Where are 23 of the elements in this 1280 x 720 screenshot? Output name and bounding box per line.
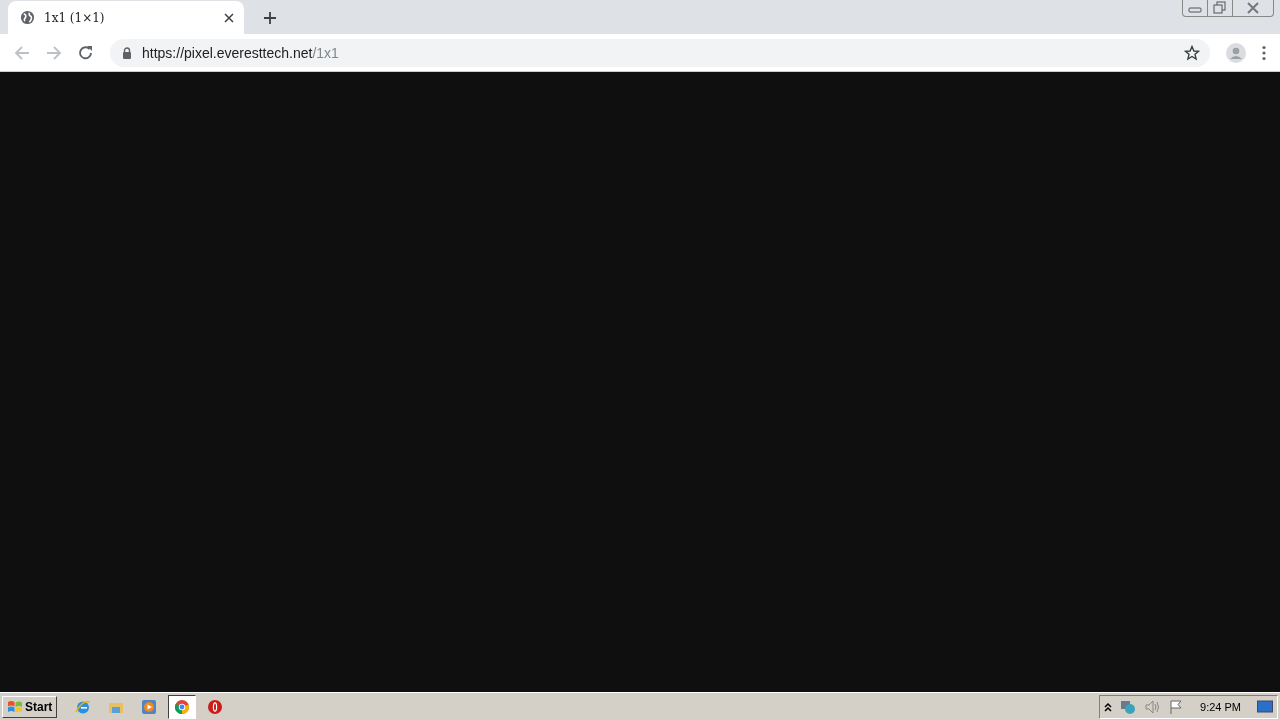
flag-icon[interactable] (1168, 698, 1185, 715)
lock-icon (122, 46, 132, 59)
clock-text[interactable]: 9:24 PM (1200, 700, 1241, 713)
globe-icon (20, 10, 35, 25)
address-field[interactable]: https://pixel.everesttech.net/1x1 (110, 38, 1210, 67)
speaker-icon[interactable] (1144, 698, 1161, 715)
browser-e-icon (75, 698, 92, 715)
network-icon[interactable] (1120, 698, 1137, 715)
start-button[interactable]: Start (2, 695, 58, 718)
windows-logo-icon (7, 698, 23, 715)
chrome-icon (174, 698, 191, 715)
star-icon[interactable] (1184, 44, 1200, 61)
media-player-icon (141, 698, 158, 715)
taskbar-app[interactable] (168, 694, 197, 719)
new-tab-icon[interactable] (264, 12, 276, 24)
reload-icon[interactable] (78, 44, 94, 61)
browser-tab[interactable]: 1x1 (1×1) (8, 1, 244, 34)
chevron-up-icon[interactable] (1104, 701, 1113, 712)
close-icon[interactable] (224, 12, 234, 23)
show-desktop-icon[interactable] (1257, 699, 1273, 714)
menu-icon[interactable] (1262, 44, 1266, 61)
avatar-icon[interactable] (1226, 42, 1246, 63)
opera-o-icon (207, 698, 224, 715)
